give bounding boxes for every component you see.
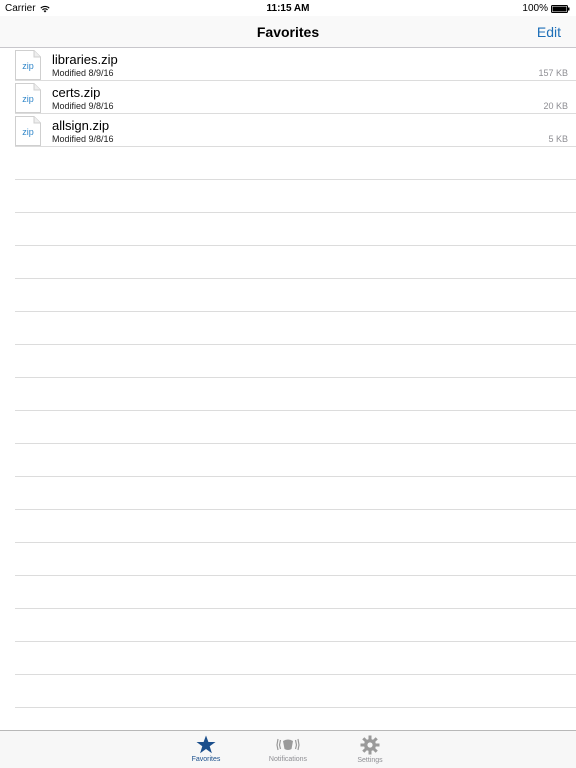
gear-icon: [360, 735, 380, 755]
file-row[interactable]: zip allsign.zip Modified 9/8/16 5 KB: [15, 114, 576, 147]
zip-file-icon: zip: [15, 50, 41, 80]
edit-button[interactable]: Edit: [537, 24, 561, 40]
empty-row: [15, 147, 576, 180]
file-modified-date: Modified 9/8/16: [52, 101, 114, 111]
tab-favorites[interactable]: Favorites: [176, 731, 236, 768]
empty-row: [15, 213, 576, 246]
zip-file-icon: zip: [15, 116, 41, 146]
empty-row: [15, 477, 576, 510]
vibrate-icon: [276, 738, 300, 751]
file-modified-date: Modified 8/9/16: [52, 68, 114, 78]
empty-row: [15, 411, 576, 444]
file-type-label: zip: [22, 94, 34, 104]
empty-row: [15, 642, 576, 675]
empty-rows: [15, 147, 576, 708]
empty-row: [15, 180, 576, 213]
status-time: 11:15 AM: [266, 3, 310, 14]
navigation-bar: Favorites Edit: [0, 16, 576, 48]
empty-row: [15, 510, 576, 543]
tab-settings[interactable]: Settings: [340, 731, 400, 768]
zip-file-icon: zip: [15, 83, 41, 113]
page-title: Favorites: [256, 24, 320, 40]
tab-settings-label: Settings: [357, 757, 383, 764]
battery-icon: [551, 4, 570, 13]
file-name: certs.zip: [52, 85, 101, 100]
file-name: allsign.zip: [52, 118, 110, 133]
empty-row: [15, 675, 576, 708]
file-modified-date: Modified 9/8/16: [52, 134, 114, 144]
empty-row: [15, 378, 576, 411]
file-row[interactable]: zip libraries.zip Modified 8/9/16 157 KB: [15, 48, 576, 81]
file-list: zip libraries.zip Modified 8/9/16 157 KB zip…: [0, 48, 576, 147]
empty-row: [15, 543, 576, 576]
file-size: 157 KB: [538, 68, 568, 78]
file-name: libraries.zip: [52, 52, 118, 67]
tab-notifications-label: Notifications: [268, 756, 308, 763]
battery-percent: 100%: [522, 3, 548, 14]
empty-row: [15, 279, 576, 312]
empty-row: [15, 609, 576, 642]
tab-notifications[interactable]: Notifications: [258, 731, 318, 768]
empty-row: [15, 576, 576, 609]
empty-row: [15, 444, 576, 477]
empty-row: [15, 246, 576, 279]
empty-row: [15, 345, 576, 378]
file-type-label: zip: [22, 61, 34, 71]
tab-bar: Favorites Notifications Settings: [0, 730, 576, 768]
tab-favorites-label: Favorites: [191, 756, 221, 763]
file-size: 20 KB: [543, 101, 568, 111]
status-right: 100%: [522, 3, 570, 14]
file-size: 5 KB: [548, 134, 568, 144]
status-bar: Carrier 11:15 AM 100%: [0, 0, 576, 16]
file-row[interactable]: zip certs.zip Modified 9/8/16 20 KB: [15, 81, 576, 114]
file-type-label: zip: [22, 127, 34, 137]
star-icon: [196, 735, 216, 754]
empty-row: [15, 312, 576, 345]
